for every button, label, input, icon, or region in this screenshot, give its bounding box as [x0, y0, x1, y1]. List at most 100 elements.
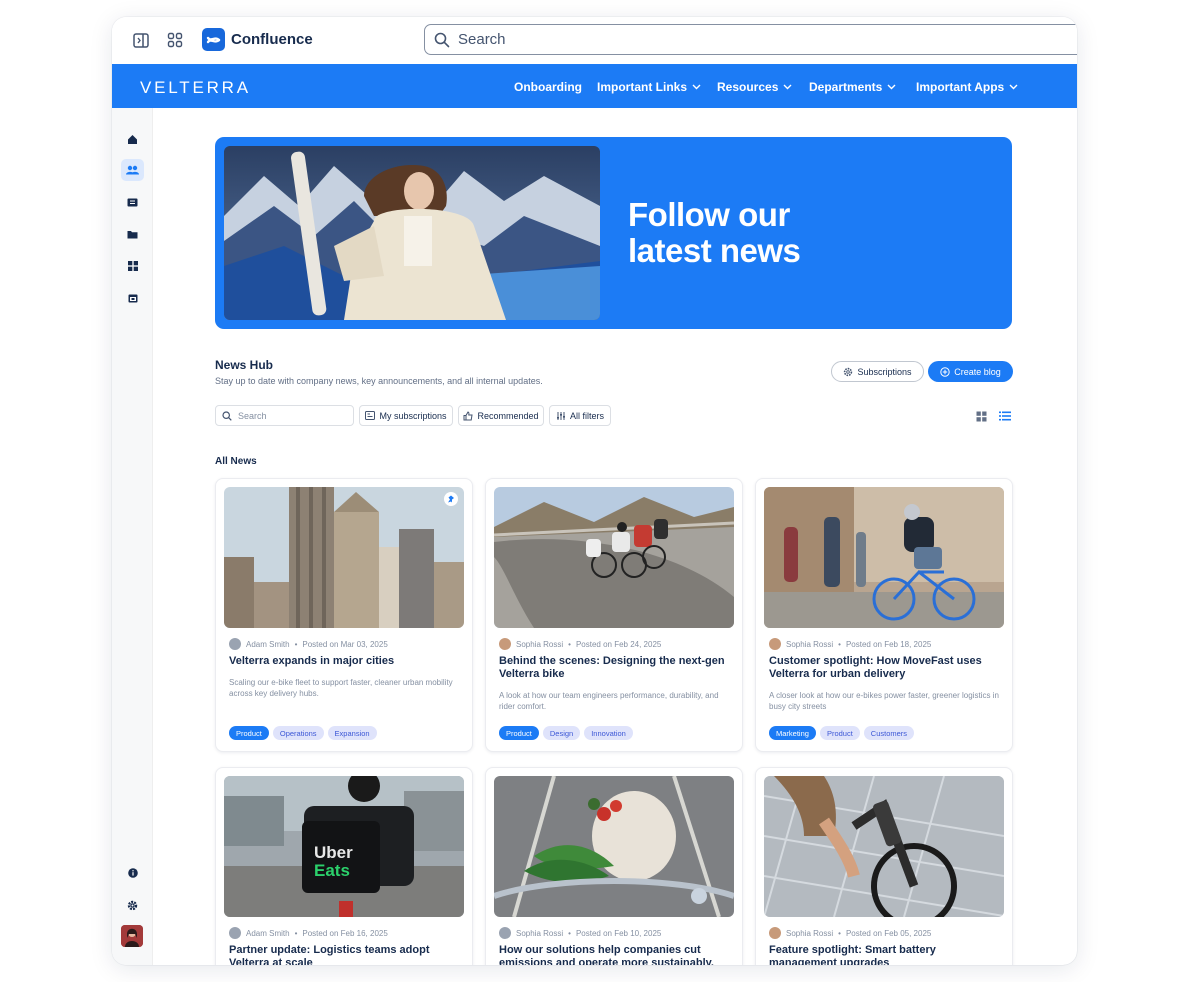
folder-icon[interactable] [121, 223, 144, 245]
sliders-icon [556, 411, 565, 420]
card-image-city [224, 487, 464, 628]
tag-product[interactable]: Product [229, 726, 269, 740]
subscriptions-button[interactable]: Subscriptions [831, 361, 924, 382]
grid-view-icon[interactable] [973, 408, 989, 424]
thumbs-up-icon [463, 410, 474, 420]
nav-resources[interactable]: Resources [717, 80, 792, 94]
tag-customers[interactable]: Customers [863, 726, 915, 740]
home-icon[interactable] [121, 128, 144, 150]
card-meta: Sophia Rossi • Posted on Feb 05, 2025 [769, 927, 931, 939]
apps-icon[interactable] [121, 255, 144, 277]
search-placeholder: Search [458, 31, 506, 48]
news-card[interactable]: Sophia Rossi • Posted on Feb 24, 2025 Behi… [485, 478, 743, 752]
filter-all-filters[interactable]: All filters [549, 405, 611, 426]
app-window: Confluence Search VELTERRA Onboarding Im… [112, 17, 1077, 965]
news-card[interactable]: Uber Eats Adam Smith • Posted on Feb 16, 2… [215, 767, 473, 965]
tag-innovation[interactable]: Innovation [584, 726, 633, 740]
hero-title-line2: latest news [628, 232, 801, 269]
app-switcher-icon[interactable] [164, 29, 186, 51]
feed-icon[interactable] [121, 191, 144, 213]
filter-recommended[interactable]: Recommended [458, 405, 544, 426]
tag-product[interactable]: Product [499, 726, 539, 740]
card-title[interactable]: Customer spotlight: How MoveFast uses Ve… [769, 655, 1004, 681]
card-meta: Adam Smith • Posted on Feb 16, 2025 [229, 927, 388, 939]
hero-title-line1: Follow our [628, 196, 790, 233]
meta-separator: • [838, 928, 841, 938]
card-author: Sophia Rossi [516, 639, 564, 649]
card-title[interactable]: Behind the scenes: Designing the next-ge… [499, 655, 734, 681]
people-icon[interactable] [121, 159, 144, 181]
news-hub-title: News Hub [215, 358, 274, 372]
card-date: Posted on Feb 16, 2025 [302, 928, 388, 938]
hero-banner: Follow our latest news [215, 137, 1012, 329]
top-bar: Confluence Search [112, 17, 1077, 63]
global-search-input[interactable]: Search [424, 24, 1077, 55]
tag-expansion[interactable]: Expansion [327, 726, 377, 740]
nav-label: Resources [717, 80, 779, 94]
svg-text:Eats: Eats [314, 861, 350, 880]
site-nav-bar: VELTERRA Onboarding Important Links Reso… [112, 64, 1077, 108]
app-name[interactable]: Confluence [231, 31, 313, 48]
nav-departments[interactable]: Departments [809, 80, 896, 94]
card-title[interactable]: Partner update: Logistics teams adopt Ve… [229, 944, 464, 965]
calendar-icon[interactable] [121, 287, 144, 309]
search-icon [434, 32, 450, 47]
confluence-logo-icon[interactable] [202, 28, 225, 51]
chevron-down-icon [887, 84, 896, 90]
card-description: A look at how our team engineers perform… [499, 691, 719, 711]
meta-separator: • [294, 639, 298, 649]
meta-separator: • [568, 639, 571, 649]
tag-marketing[interactable]: Marketing [769, 726, 816, 740]
nav-important-links[interactable]: Important Links [597, 80, 701, 94]
info-icon[interactable] [121, 862, 144, 884]
card-tags: Product Design Innovation [499, 726, 633, 740]
card-author: Sophia Rossi [786, 639, 834, 649]
author-avatar [499, 927, 511, 939]
hero-image [224, 146, 600, 320]
card-title[interactable]: Feature spotlight: Smart battery managem… [769, 944, 1004, 965]
card-date: Posted on Feb 24, 2025 [575, 639, 662, 649]
nav-important-apps[interactable]: Important Apps [916, 80, 1018, 94]
filter-label: My subscriptions [379, 410, 447, 421]
chevron-down-icon [692, 84, 701, 90]
news-hub-subtitle: Stay up to date with company news, key a… [215, 376, 543, 386]
card-image-cyclists [494, 487, 734, 628]
list-view-icon[interactable] [997, 408, 1013, 424]
card-image-urban-rider [764, 487, 1004, 628]
card-tags: Product Operations Expansion [229, 726, 377, 740]
news-search-input[interactable]: Search [215, 405, 354, 426]
settings-icon[interactable] [121, 894, 144, 916]
pin-icon[interactable] [444, 492, 458, 506]
tag-product[interactable]: Product [819, 726, 860, 740]
nav-onboarding[interactable]: Onboarding [514, 80, 582, 94]
card-title[interactable]: Velterra expands in major cities [229, 655, 464, 668]
news-card[interactable]: Sophia Rossi • Posted on Feb 05, 2025 Feat… [755, 767, 1013, 965]
card-image-battery-bike [764, 776, 1004, 917]
search-icon [222, 410, 232, 421]
card-author: Adam Smith [246, 639, 290, 649]
news-card[interactable]: Sophia Rossi • Posted on Feb 18, 2025 Cust… [755, 478, 1013, 752]
create-blog-button[interactable]: Create blog [928, 361, 1013, 382]
plus-circle-icon [940, 366, 950, 377]
gear-icon [844, 367, 853, 376]
news-card[interactable]: Adam Smith • Posted on Mar 03, 2025 Velter… [215, 478, 473, 752]
card-meta: Sophia Rossi • Posted on Feb 24, 2025 [499, 638, 661, 650]
nav-label: Onboarding [514, 80, 582, 94]
author-avatar [229, 927, 241, 939]
nav-label: Important Links [597, 80, 688, 94]
sidebar-toggle-icon[interactable] [130, 29, 152, 51]
tag-operations[interactable]: Operations [272, 726, 324, 740]
brand-logo[interactable]: VELTERRA [140, 78, 251, 98]
news-card[interactable]: Sophia Rossi • Posted on Feb 10, 2025 How … [485, 767, 743, 965]
user-avatar[interactable] [121, 925, 143, 947]
author-avatar [229, 638, 241, 650]
filter-my-subscriptions[interactable]: My subscriptions [359, 405, 453, 426]
svg-text:Uber: Uber [314, 843, 353, 862]
tag-design[interactable]: Design [542, 726, 581, 740]
card-date: Posted on Mar 03, 2025 [302, 639, 388, 649]
card-title[interactable]: How our solutions help companies cut emi… [499, 944, 734, 965]
news-search-placeholder: Search [238, 410, 267, 421]
subscriptions-label: Subscriptions [857, 366, 912, 377]
author-avatar [499, 638, 511, 650]
nav-label: Important Apps [916, 80, 1005, 94]
